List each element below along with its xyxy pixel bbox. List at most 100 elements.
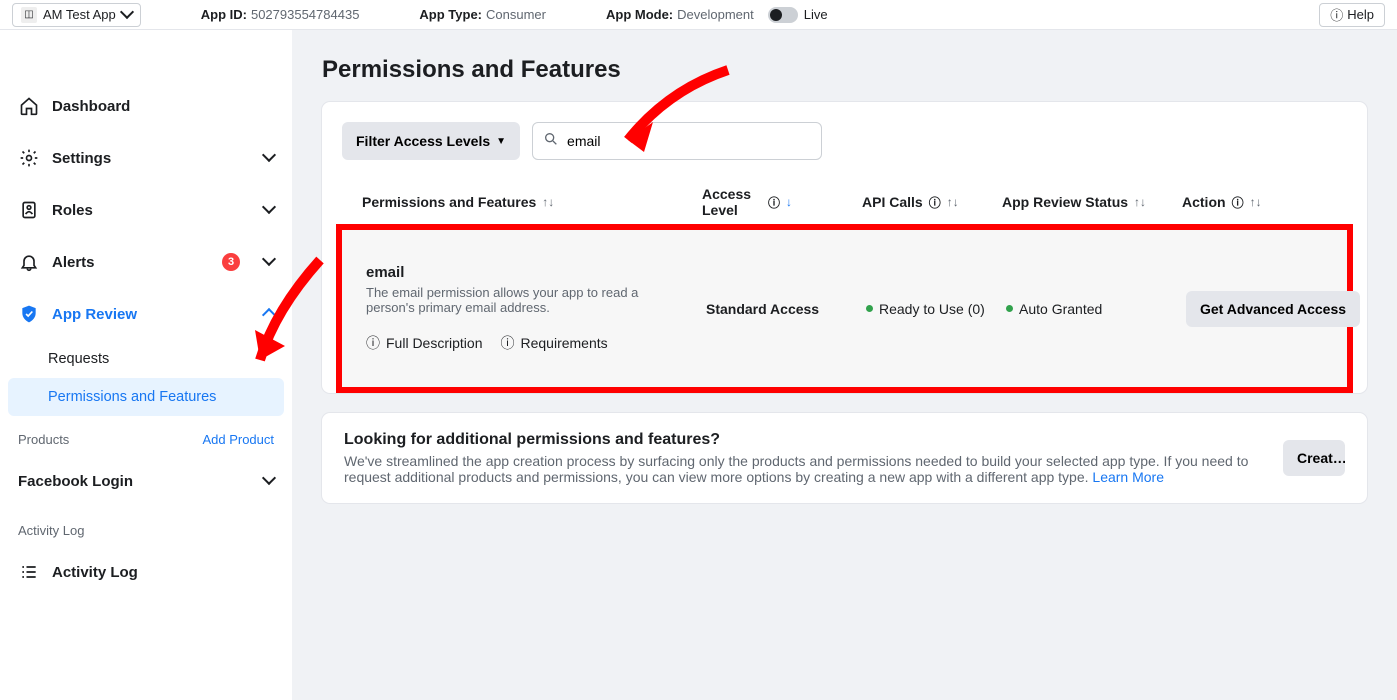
sidebar-item-facebook-login[interactable]: Facebook Login xyxy=(0,455,292,507)
sidebar-subitem-permissions[interactable]: Permissions and Features xyxy=(8,378,284,416)
chevron-down-icon xyxy=(264,150,274,166)
sidebar-fb-login-label: Facebook Login xyxy=(18,473,133,490)
sidebar-roles-label: Roles xyxy=(52,202,93,219)
help-label: Help xyxy=(1347,7,1374,22)
learn-more-link[interactable]: Learn More xyxy=(1092,469,1164,485)
sidebar-activity-log-header: Activity Log xyxy=(0,517,292,546)
help-icon: ⓘ xyxy=(1330,5,1343,24)
info-card-title: Looking for additional permissions and f… xyxy=(344,431,1263,449)
sidebar-item-roles[interactable]: Roles xyxy=(0,184,292,236)
toggle-switch[interactable] xyxy=(768,7,798,23)
chevron-down-icon xyxy=(264,202,274,218)
search-input-wrap[interactable] xyxy=(532,122,822,160)
permission-links: ⓘFull Description ⓘRequirements xyxy=(366,333,706,353)
app-type-value: Consumer xyxy=(486,7,546,22)
info-icon: ⓘ xyxy=(500,333,514,353)
filters-row: Filter Access Levels ▼ xyxy=(322,102,1367,170)
alerts-badge: 3 xyxy=(222,253,240,271)
main-content: Permissions and Features Filter Access L… xyxy=(292,30,1397,700)
products-label: Products xyxy=(18,432,69,447)
status-dot-icon xyxy=(866,305,873,312)
top-header: ◫ AM Test App App ID: 502793554784435 Ap… xyxy=(0,0,1397,30)
filter-access-levels-button[interactable]: Filter Access Levels ▼ xyxy=(342,122,520,160)
info-icon: ⓘ xyxy=(929,194,941,211)
create-app-button[interactable]: Creat… xyxy=(1283,440,1345,476)
sidebar-subitem-requests[interactable]: Requests xyxy=(0,340,292,378)
shield-check-icon xyxy=(18,304,40,324)
th-review-status[interactable]: App Review Status ↑↓ xyxy=(1002,194,1182,210)
add-product-link[interactable]: Add Product xyxy=(202,432,274,447)
sidebar-dashboard-label: Dashboard xyxy=(52,98,130,115)
th-access-level[interactable]: Access Level ⓘ ↓ xyxy=(702,186,862,218)
mode-live-label: Live xyxy=(804,7,828,22)
home-icon xyxy=(18,96,40,116)
sidebar-app-review-label: App Review xyxy=(52,306,137,323)
sidebar-settings-label: Settings xyxy=(52,150,111,167)
app-id-value: 502793554784435 xyxy=(251,7,359,22)
filter-button-label: Filter Access Levels xyxy=(356,133,490,149)
sidebar-item-app-review[interactable]: App Review xyxy=(0,288,292,340)
page-title: Permissions and Features xyxy=(322,56,1367,84)
permission-info: email The email permission allows your a… xyxy=(366,264,706,353)
th-action: Action ⓘ ↑↓ xyxy=(1182,194,1262,211)
sidebar-item-dashboard[interactable]: Dashboard xyxy=(0,80,292,132)
chevron-down-icon xyxy=(122,7,132,23)
sort-down-icon: ↓ xyxy=(786,195,792,209)
app-id-label: App ID: xyxy=(201,7,247,22)
sort-icon: ↑↓ xyxy=(947,195,959,209)
bell-icon xyxy=(18,252,40,272)
th-api-calls[interactable]: API Calls ⓘ ↑↓ xyxy=(862,194,1002,211)
review-status-value: Auto Granted xyxy=(1006,301,1186,317)
help-button[interactable]: ⓘ Help xyxy=(1319,3,1385,27)
sort-icon: ↑↓ xyxy=(542,195,554,209)
chevron-up-icon xyxy=(264,306,274,323)
app-selector[interactable]: ◫ AM Test App xyxy=(12,3,141,27)
action-cell: Get Advanced Access xyxy=(1186,291,1346,327)
roles-icon xyxy=(18,200,40,220)
permissions-card: Filter Access Levels ▼ Permissions and F… xyxy=(322,102,1367,393)
access-level-value: Standard Access xyxy=(706,301,866,317)
sidebar-alerts-label: Alerts xyxy=(52,254,95,271)
status-dot-icon xyxy=(1006,305,1013,312)
info-icon: ⓘ xyxy=(768,194,780,211)
activity-log-section-label: Activity Log xyxy=(18,523,84,538)
sidebar-activity-log-label: Activity Log xyxy=(52,564,138,581)
permission-title: email xyxy=(366,264,706,281)
sidebar-item-alerts[interactable]: Alerts 3 xyxy=(0,236,292,288)
app-mode-value: Development xyxy=(677,7,754,22)
table-header: Permissions and Features ↑↓ Access Level… xyxy=(322,180,1367,224)
app-id-field: App ID: 502793554784435 xyxy=(201,7,360,22)
permission-row-email: email The email permission allows your a… xyxy=(336,224,1353,393)
info-icon: ⓘ xyxy=(1232,194,1244,211)
additional-permissions-card: Looking for additional permissions and f… xyxy=(322,413,1367,503)
app-mode-field: App Mode: Development Live xyxy=(606,7,828,23)
caret-down-icon: ▼ xyxy=(496,136,506,147)
info-card-body: We've streamlined the app creation proce… xyxy=(344,453,1263,485)
list-icon xyxy=(18,562,40,582)
sidebar: Dashboard Settings Roles Alerts 3 xyxy=(0,30,292,700)
sidebar-item-settings[interactable]: Settings xyxy=(0,132,292,184)
chevron-down-icon xyxy=(264,254,274,270)
sidebar-item-activity-log[interactable]: Activity Log xyxy=(0,546,292,598)
search-icon xyxy=(543,131,559,152)
sidebar-products-header: Products Add Product xyxy=(0,426,292,455)
app-name: AM Test App xyxy=(43,7,116,22)
search-input[interactable] xyxy=(567,133,811,149)
permission-description: The email permission allows your app to … xyxy=(366,285,666,315)
app-type-label: App Type: xyxy=(419,7,482,22)
requirements-link[interactable]: ⓘRequirements xyxy=(500,333,607,353)
full-description-link[interactable]: ⓘFull Description xyxy=(366,333,482,353)
api-calls-value: Ready to Use (0) xyxy=(866,301,1006,317)
sort-icon: ↑↓ xyxy=(1250,195,1262,209)
chevron-down-icon xyxy=(264,473,274,489)
mode-toggle[interactable]: Live xyxy=(768,7,828,23)
app-type-field: App Type: Consumer xyxy=(419,7,546,22)
sort-icon: ↑↓ xyxy=(1134,195,1146,209)
th-permissions[interactable]: Permissions and Features ↑↓ xyxy=(362,194,702,210)
gear-icon xyxy=(18,148,40,168)
sidebar-requests-label: Requests xyxy=(48,351,109,367)
app-mode-label: App Mode: xyxy=(606,7,673,22)
get-advanced-access-button[interactable]: Get Advanced Access xyxy=(1186,291,1360,327)
app-icon: ◫ xyxy=(21,7,37,23)
sidebar-permissions-label: Permissions and Features xyxy=(48,389,216,405)
